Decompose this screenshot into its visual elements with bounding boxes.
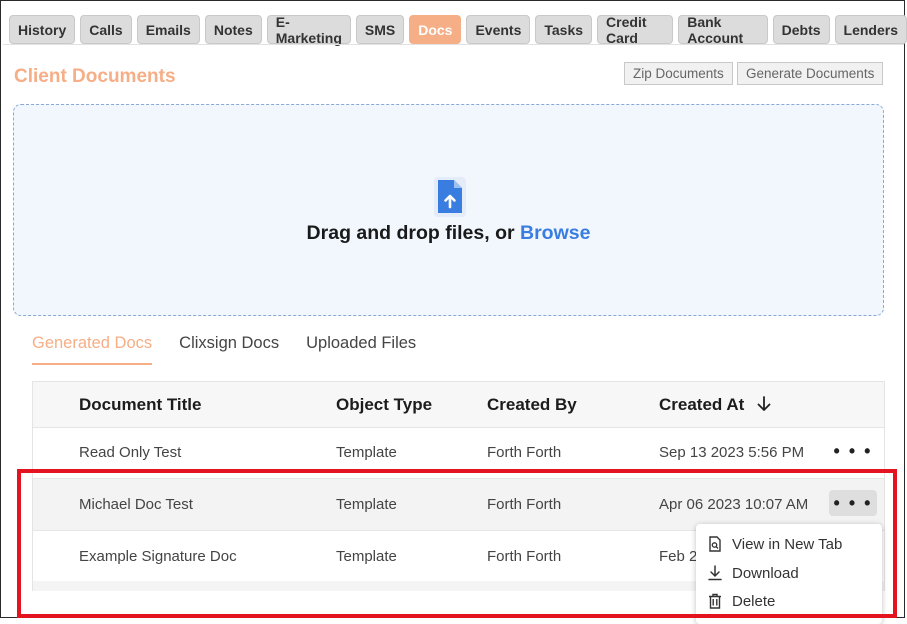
- table-row[interactable]: Read Only Test Template Forth Forth Sep …: [33, 427, 884, 479]
- cell-object-type: Template: [336, 548, 397, 565]
- row-actions-menu: View in New Tab Download Delete: [696, 524, 882, 624]
- cell-created-by: Forth Forth: [487, 548, 562, 565]
- tab-credit-card[interactable]: Credit Card: [597, 14, 674, 46]
- generate-documents-button[interactable]: Generate Documents: [737, 62, 884, 85]
- menu-item-label: Delete: [732, 592, 776, 610]
- document-subtabs: Generated Docs Clixsign Docs Uploaded Fi…: [32, 334, 416, 365]
- tab-sms[interactable]: SMS: [355, 15, 405, 44]
- cell-created-at: Feb 2: [659, 548, 698, 565]
- file-upload-icon: [434, 177, 466, 222]
- tab-e-marketing[interactable]: E-Marketing: [266, 14, 351, 46]
- menu-item-label: Download: [732, 564, 799, 582]
- row-actions-button[interactable]: • • •: [829, 438, 877, 464]
- cell-document-title: Example Signature Doc: [79, 548, 237, 565]
- tab-divider: [3, 44, 904, 45]
- cell-object-type: Template: [336, 444, 397, 461]
- tab-docs[interactable]: Docs: [409, 15, 462, 44]
- header-object-type[interactable]: Object Type: [336, 395, 432, 415]
- subtab-generated-docs[interactable]: Generated Docs: [32, 334, 153, 365]
- tab-debts[interactable]: Debts: [772, 15, 830, 44]
- header-created-at[interactable]: Created At: [659, 395, 771, 417]
- page-title: Client Documents: [14, 66, 176, 87]
- tab-tasks[interactable]: Tasks: [535, 15, 593, 44]
- menu-item-label: View in New Tab: [732, 535, 843, 553]
- header-created-at-label: Created At: [659, 395, 745, 414]
- trash-icon: [709, 593, 721, 609]
- browse-link[interactable]: Browse: [520, 222, 590, 244]
- document-search-icon: [709, 536, 721, 552]
- cell-object-type: Template: [336, 496, 397, 513]
- download-icon: [708, 565, 722, 581]
- cell-document-title: Michael Doc Test: [79, 496, 193, 513]
- dropzone-text: Drag and drop files, or Browse: [14, 222, 883, 245]
- sort-down-icon[interactable]: [757, 396, 771, 417]
- subtab-clixsign-docs[interactable]: Clixsign Docs: [179, 334, 279, 365]
- header-created-by[interactable]: Created By: [487, 395, 577, 415]
- tab-notes[interactable]: Notes: [204, 15, 262, 44]
- cell-document-title: Read Only Test: [79, 444, 182, 461]
- tab-events[interactable]: Events: [466, 15, 531, 44]
- cell-created-by: Forth Forth: [487, 444, 562, 461]
- dropzone-label: Drag and drop files, or: [306, 222, 515, 244]
- menu-item-download[interactable]: Download: [708, 562, 799, 584]
- row-actions-button[interactable]: • • •: [829, 490, 877, 516]
- file-dropzone[interactable]: Drag and drop files, or Browse: [13, 104, 884, 316]
- header-document-title[interactable]: Document Title: [79, 395, 201, 415]
- tab-bar: History Calls Emails Notes E-Marketing S…: [9, 14, 907, 46]
- subtab-uploaded-files[interactable]: Uploaded Files: [306, 334, 416, 365]
- tab-lenders[interactable]: Lenders: [834, 15, 907, 44]
- tab-bank-account[interactable]: Bank Account: [678, 14, 768, 46]
- tab-emails[interactable]: Emails: [136, 15, 200, 44]
- tab-calls[interactable]: Calls: [80, 15, 132, 44]
- table-header: Document Title Object Type Created By Cr…: [33, 382, 884, 428]
- tab-history[interactable]: History: [9, 15, 76, 44]
- menu-item-view-new-tab[interactable]: View in New Tab: [708, 533, 842, 555]
- cell-created-at: Sep 13 2023 5:56 PM: [659, 444, 805, 461]
- menu-item-delete[interactable]: Delete: [708, 590, 775, 612]
- cell-created-at: Apr 06 2023 10:07 AM: [659, 496, 809, 513]
- cell-created-by: Forth Forth: [487, 496, 562, 513]
- zip-documents-button[interactable]: Zip Documents: [624, 62, 733, 85]
